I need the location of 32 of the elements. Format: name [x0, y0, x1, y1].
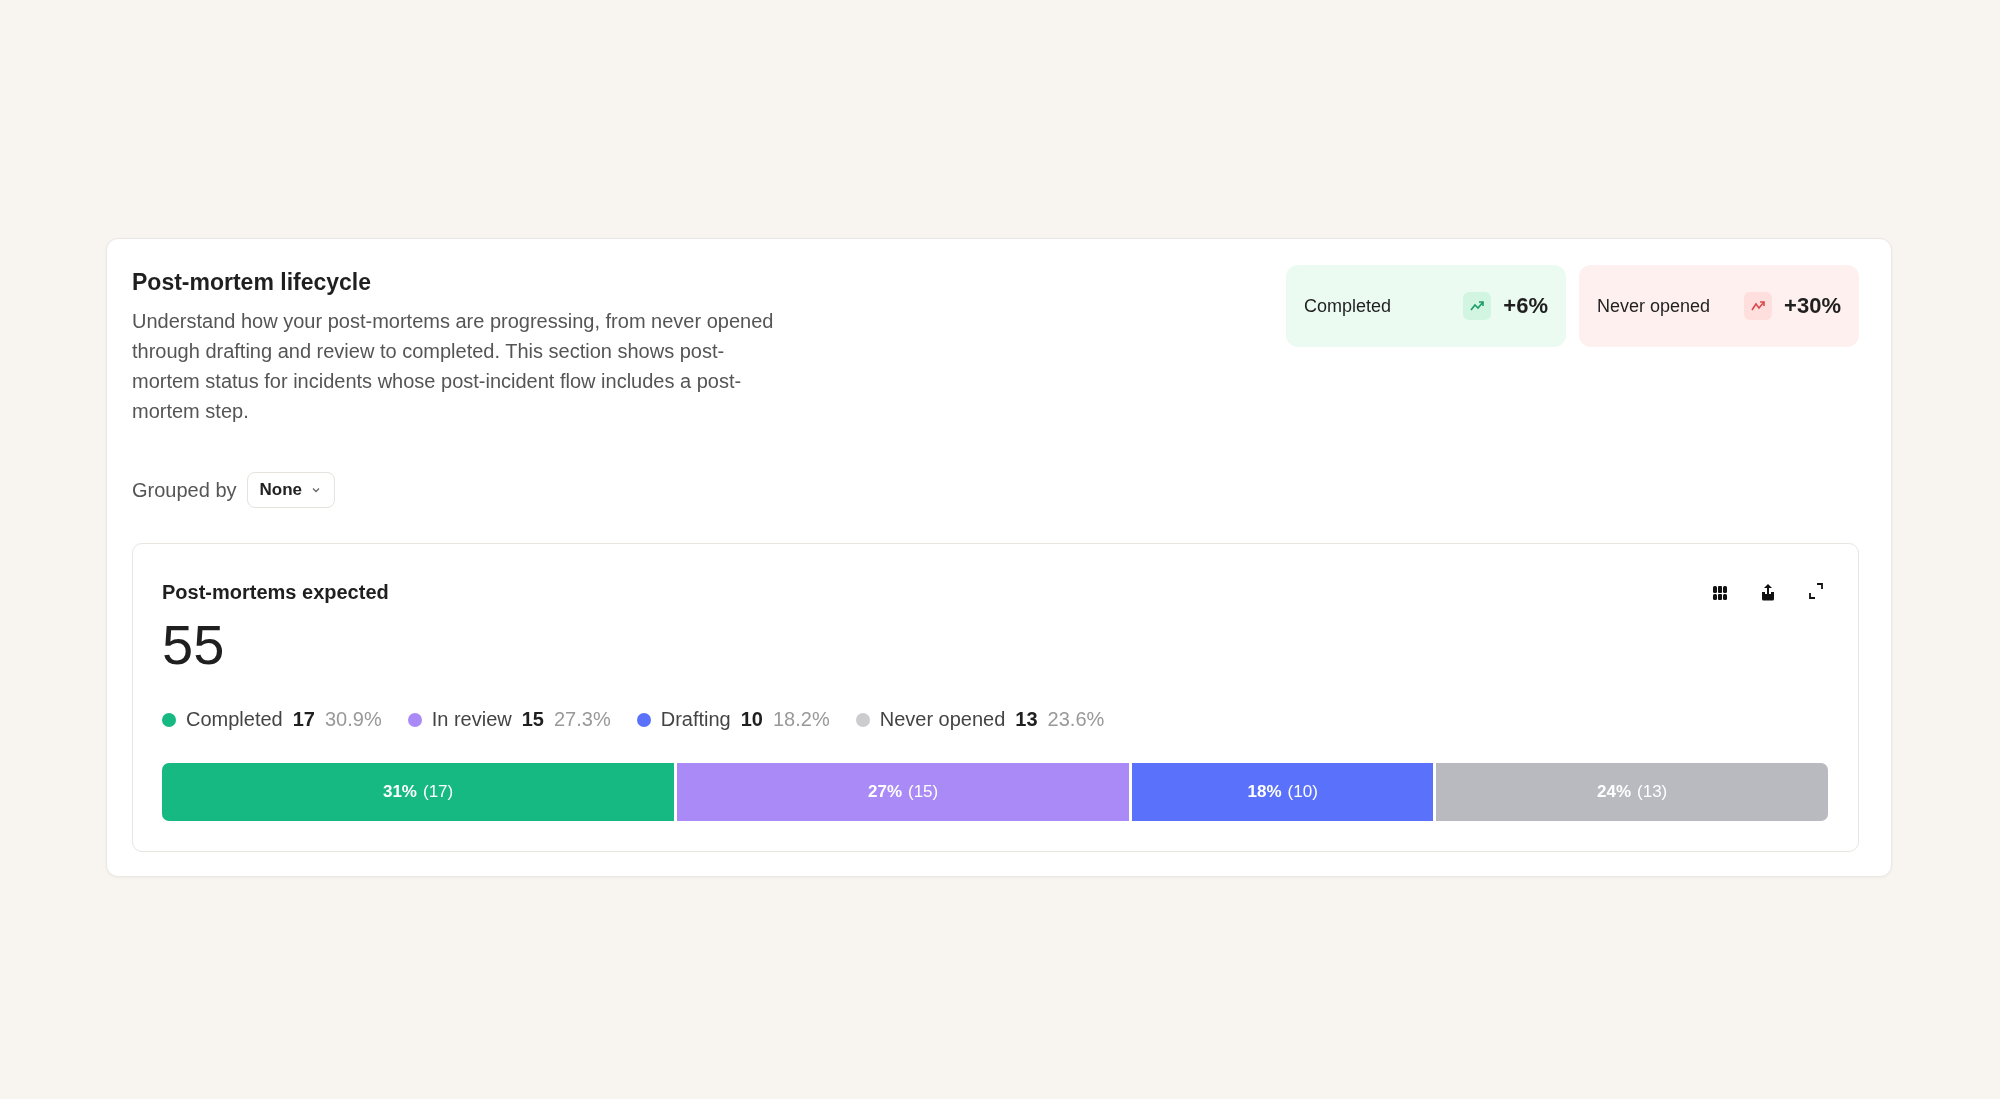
section-description: Understand how your post-mortems are progressing, from never opened through drafting and review to completed. This section shows post-mortem status for incidents whose post-incident flow includes a post-mortem step.: [132, 309, 775, 424]
segment-count: (17): [422, 782, 454, 802]
segment-percent: 24%: [1597, 782, 1632, 802]
group-label: Grouped by: [132, 478, 237, 502]
segment-count: (15): [908, 782, 939, 802]
segment-count: (13): [1637, 782, 1668, 802]
trend-up-icon: [1463, 292, 1492, 320]
trend-value: +30%: [1784, 293, 1841, 319]
panel-title: Post-mortems expected: [162, 580, 389, 604]
legend-count: 10: [740, 708, 763, 731]
legend-count: 13: [1015, 708, 1038, 731]
trend-up-icon: [1744, 292, 1773, 320]
total-count: 55: [162, 612, 226, 677]
legend-percent: 30.9%: [324, 708, 382, 731]
segment-percent: 27%: [867, 782, 902, 802]
trend-label: Completed: [1304, 295, 1393, 317]
legend-percent: 23.6%: [1047, 708, 1105, 731]
trend-label: Never opened: [1597, 295, 1712, 317]
legend-percent: 18.2%: [772, 708, 830, 731]
segment-count: (10): [1287, 782, 1318, 802]
legend-label: Completed: [186, 708, 283, 731]
legend-label: Drafting: [660, 708, 731, 731]
section-title: Post-mortem lifecycle: [132, 269, 373, 296]
legend-label: Never opened: [879, 708, 1006, 731]
segment-percent: 18%: [1247, 782, 1282, 802]
legend-count: 15: [521, 708, 544, 731]
group-dropdown[interactable]: None: [246, 472, 335, 508]
trend-value: +6%: [1503, 293, 1548, 319]
legend-percent: 27.3%: [553, 708, 611, 731]
segment-percent: 31%: [382, 782, 417, 802]
legend-label: In review: [431, 708, 512, 731]
legend-count: 17: [292, 708, 315, 731]
